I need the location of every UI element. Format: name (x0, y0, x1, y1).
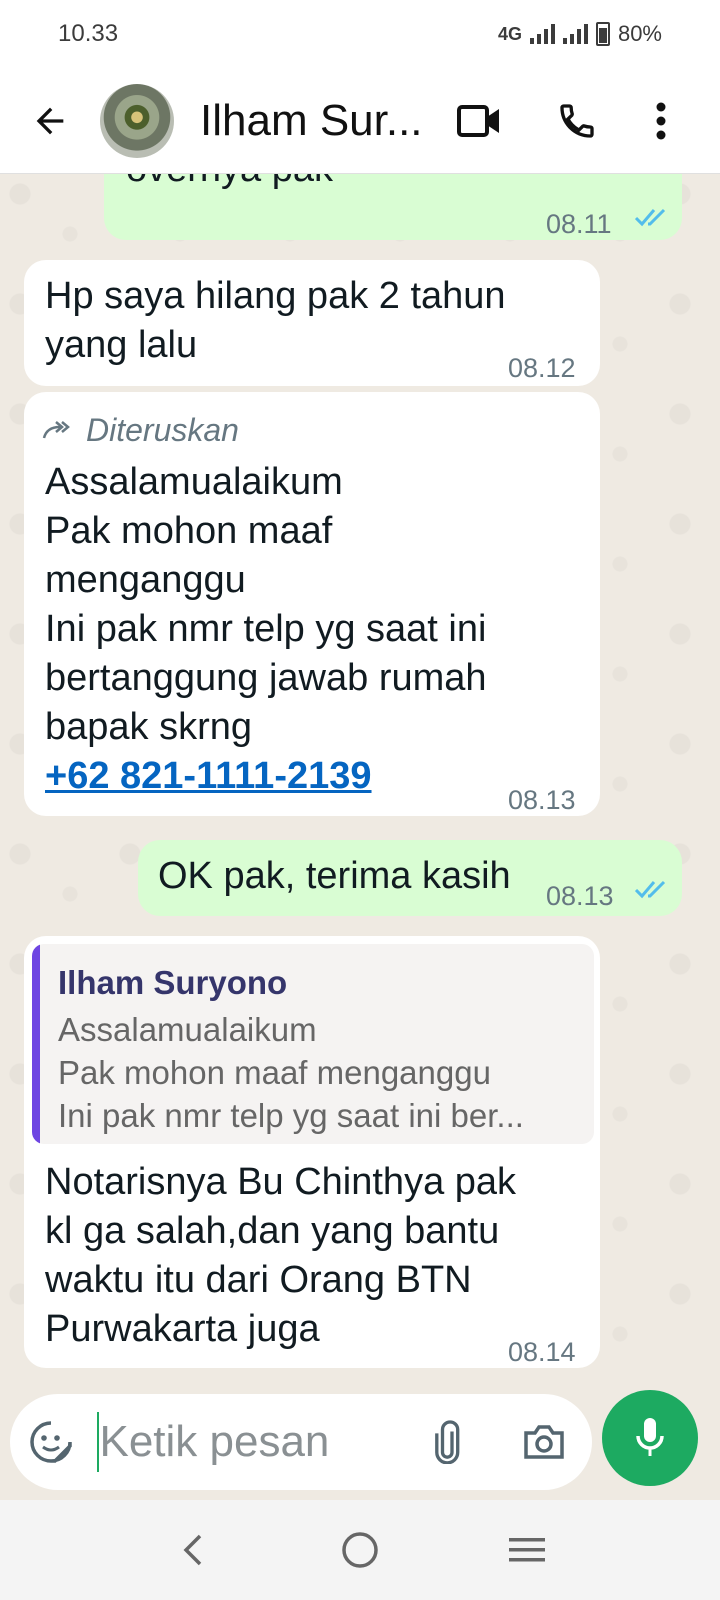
chat-thread[interactable]: overnya pak 08.11 Hp saya hilang pak 2 t… (0, 174, 720, 1386)
message-text: Hp saya hilang pak 2 tahun yang lalu (45, 275, 506, 366)
message-input[interactable] (99, 1412, 400, 1472)
chat-header: Ilham Sur... (0, 68, 720, 174)
message-text: OK pak, terima kasih (158, 855, 511, 897)
avatar[interactable] (100, 83, 174, 158)
nav-back-button[interactable] (153, 1510, 233, 1590)
contact-name[interactable]: Ilham Sur... (200, 96, 430, 146)
camera-icon (524, 1425, 564, 1459)
message-time: 08.11 (546, 209, 612, 239)
back-button[interactable] (0, 68, 100, 173)
battery-icon (595, 22, 610, 46)
phone-number-link[interactable]: +62 821-1111-2139 (45, 752, 487, 801)
video-call-button[interactable] (430, 68, 528, 173)
menu-lines-icon (508, 1538, 545, 1562)
message-bubble-incoming[interactable]: Hp saya hilang pak 2 tahun yang lalu 08.… (24, 260, 600, 386)
arrow-left-icon (36, 107, 64, 134)
quote-accent-bar (32, 944, 40, 1144)
more-vertical-icon (656, 102, 666, 139)
signal-icon (562, 24, 588, 44)
nav-recents-button[interactable] (487, 1510, 567, 1590)
message-time: 08.13 (508, 785, 576, 815)
nav-home-button[interactable] (320, 1510, 400, 1590)
signal-icon (529, 24, 555, 44)
forward-icon (42, 420, 70, 438)
more-options-button[interactable] (626, 68, 696, 173)
forwarded-label: Diteruskan (42, 406, 239, 455)
message-text: overnya pak (126, 174, 333, 194)
phone-icon (560, 103, 594, 138)
message-bubble-outgoing[interactable]: OK pak, terima kasih 08.13 (138, 840, 682, 916)
status-indicators: 4G 80% (498, 21, 662, 47)
double-check-icon (634, 208, 666, 227)
attach-button[interactable] (399, 1394, 495, 1490)
system-nav-bar (0, 1500, 720, 1600)
home-circle-icon (342, 1532, 378, 1568)
voice-call-button[interactable] (528, 68, 626, 173)
status-bar: 10.33 4G 80% (0, 0, 720, 68)
message-text: Notarisnya Bu Chinthya pak kl ga salah,d… (45, 1161, 517, 1350)
quoted-author: Ilham Suryono (58, 964, 288, 1001)
quoted-message[interactable]: Ilham Suryono Assalamualaikum Pak mohon … (32, 944, 594, 1144)
chevron-left-icon (183, 1534, 202, 1566)
network-type: 4G (497, 23, 522, 44)
message-composer (10, 1394, 592, 1490)
microphone-icon (636, 1418, 664, 1456)
paperclip-icon (434, 1420, 459, 1464)
sticker-button[interactable] (10, 1394, 93, 1490)
voice-record-button[interactable] (602, 1390, 698, 1486)
quoted-text: Assalamualaikum Pak mohon maaf menganggu… (58, 1011, 524, 1134)
camera-button[interactable] (496, 1394, 592, 1490)
message-time: 08.14 (508, 1337, 576, 1367)
battery-level: 80% (617, 21, 662, 46)
status-time: 10.33 (58, 20, 119, 47)
video-camera-icon (457, 104, 499, 137)
double-check-icon (634, 880, 666, 899)
message-text: Assalamualaikum Pak mohon maaf menganggu… (45, 458, 487, 801)
message-bubble-reply[interactable]: Ilham Suryono Assalamualaikum Pak mohon … (24, 936, 600, 1368)
message-time: 08.13 (546, 881, 614, 911)
message-time: 08.12 (508, 353, 576, 383)
sticker-smiley-icon (30, 1421, 72, 1463)
message-bubble-outgoing[interactable]: overnya pak 08.11 (104, 174, 682, 240)
message-bubble-forwarded[interactable]: Diteruskan Assalamualaikum Pak mohon maa… (24, 392, 600, 816)
